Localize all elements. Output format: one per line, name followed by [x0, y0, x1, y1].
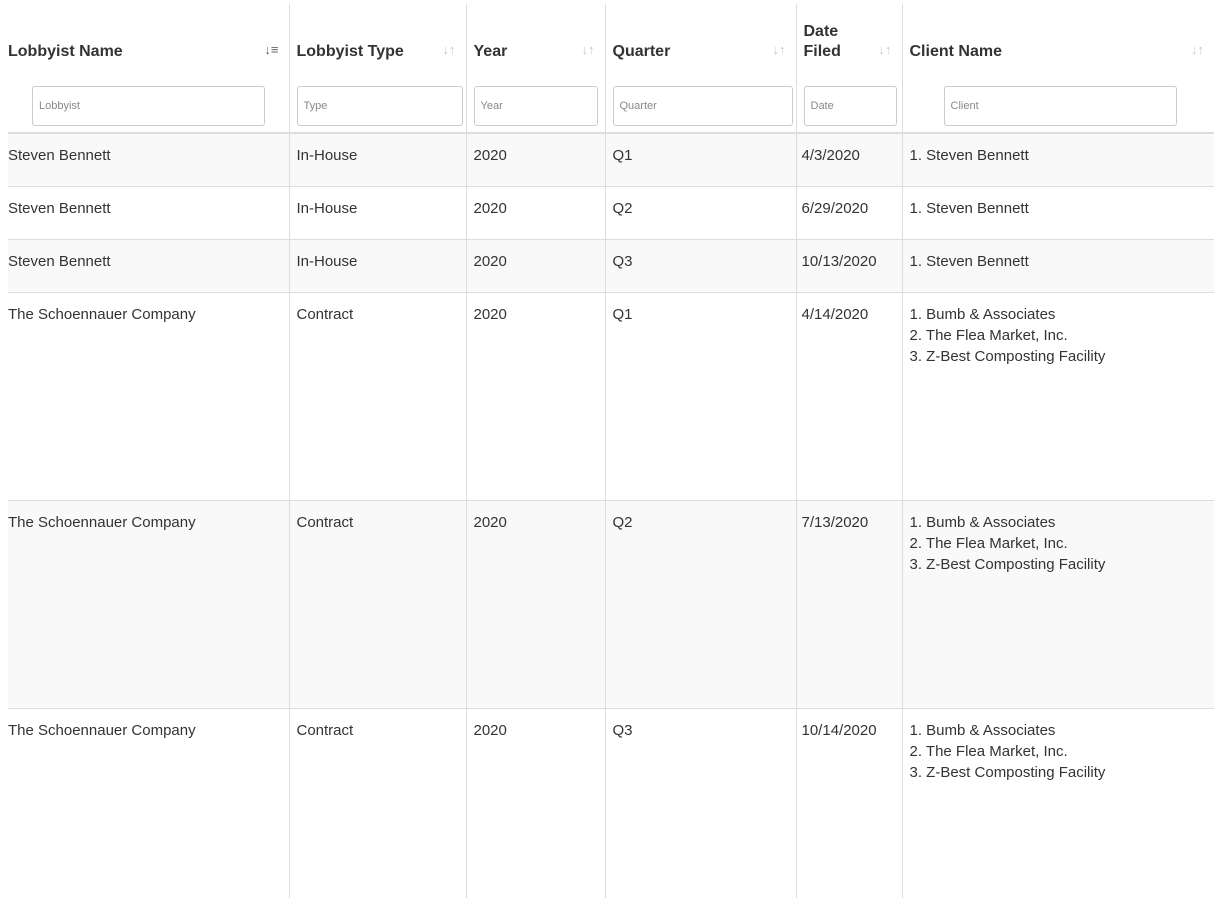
lobbyist-name-cell: The Schoennauer Company — [8, 721, 196, 739]
date-filed-cell: 4/14/2020 — [795, 292, 902, 501]
table-row[interactable]: The Schoennauer Company Contract 2020 Q2… — [8, 500, 1214, 709]
client-item: 1. Steven Bennett — [909, 199, 1029, 217]
column-label: Quarter — [612, 43, 671, 60]
table-row[interactable]: Steven Bennett In-House 2020 Q3 10/13/20… — [8, 239, 1214, 293]
date-filed-cell: 6/29/2020 — [795, 186, 902, 240]
year-cell: 2020 — [465, 500, 605, 709]
year-cell: 2020 — [465, 708, 605, 898]
column-label: Lobbyist Name — [8, 43, 123, 60]
column-header-lobbyist-type[interactable]: Lobbyist Type ↓↑ — [288, 4, 466, 80]
date-filter-input[interactable]: Date — [803, 86, 897, 126]
header-row: Lobbyist Name ↓≡ Lobbyist Type ↓↑ Year ↓… — [8, 4, 1214, 80]
lobbyist-name-cell: The Schoennauer Company — [8, 292, 289, 501]
client-name-cell: 1. Steven Bennett — [901, 186, 1214, 240]
client-item: 1. Bumb & Associates — [909, 513, 1056, 531]
lobbyist-name-cell: The Schoennauer Company — [8, 500, 289, 709]
year-cell: 2020 — [465, 239, 605, 293]
lobbyist-type-cell: Contract — [288, 292, 466, 501]
client-name-cell: 1. Bumb & Associates 2. The Flea Market,… — [901, 708, 1214, 898]
client-item: 2. The Flea Market, Inc. — [909, 742, 1068, 760]
client-name-cell: 1. Bumb & Associates 2. The Flea Market,… — [901, 292, 1214, 501]
sort-icon[interactable]: ↓↑ — [582, 40, 595, 60]
table-row[interactable]: The Schoennauer Company Contract 2020 Q3… — [8, 708, 1214, 898]
date-filed-cell: 7/13/2020 — [795, 500, 902, 709]
date-filed-cell: 10/14/2020 — [795, 708, 902, 898]
client-item: 1. Bumb & Associates — [909, 721, 1056, 739]
column-header-quarter[interactable]: Quarter ↓↑ — [604, 4, 796, 80]
column-label-line1: Date — [803, 23, 839, 40]
client-item: 2. The Flea Market, Inc. — [909, 326, 1068, 344]
lobbyist-name-cell: Steven Bennett — [8, 239, 289, 293]
lobbyist-name-cell: Steven Bennett — [8, 186, 289, 240]
column-header-date-filed[interactable]: Date Filed ↓↑ — [795, 4, 902, 80]
lobbyist-type-cell: Contract — [288, 500, 466, 709]
date-filed-cell: 4/3/2020 — [795, 133, 902, 187]
sort-icon[interactable]: ↓↑ — [1191, 40, 1204, 60]
sort-ascending-icon[interactable]: ↓≡ — [264, 40, 278, 60]
column-header-year[interactable]: Year ↓↑ — [465, 4, 605, 80]
column-label: Lobbyist Type — [296, 43, 404, 60]
year-cell: 2020 — [465, 292, 605, 501]
quarter-cell: Q1 — [604, 292, 796, 501]
quarter-filter-input[interactable]: Quarter — [612, 86, 793, 126]
sort-icon[interactable]: ↓↑ — [773, 40, 786, 60]
column-label: Client Name — [909, 43, 1002, 60]
client-item: 1. Bumb & Associates — [909, 305, 1056, 323]
quarter-cell: Q1 — [604, 133, 796, 187]
filter-row: Lobbyist Type Year Quarter Date Client — [8, 80, 1214, 134]
client-item: 2. The Flea Market, Inc. — [909, 534, 1068, 552]
date-filed-cell: 10/13/2020 — [795, 239, 902, 293]
lobbyist-type-cell: In-House — [288, 239, 466, 293]
column-label: Year — [473, 43, 508, 60]
lobbyist-filter-input[interactable]: Lobbyist — [32, 86, 265, 126]
sort-icon[interactable]: ↓↑ — [879, 40, 892, 60]
year-filter-input[interactable]: Year — [473, 86, 598, 126]
client-name-cell: 1. Bumb & Associates 2. The Flea Market,… — [901, 500, 1214, 709]
year-cell: 2020 — [465, 133, 605, 187]
client-item: 3. Z-Best Composting Facility — [909, 347, 1106, 365]
column-header-client-name[interactable]: Client Name ↓↑ — [901, 4, 1214, 80]
client-item: 1. Steven Bennett — [909, 147, 1029, 164]
client-item: 3. Z-Best Composting Facility — [909, 763, 1106, 781]
table-row[interactable]: Steven Bennett In-House 2020 Q2 6/29/202… — [8, 186, 1214, 240]
lobbyist-type-cell: Contract — [288, 708, 466, 898]
client-name-cell: 1. Steven Bennett — [901, 133, 1214, 187]
lobbyist-type-cell: In-House — [288, 133, 466, 187]
table-row[interactable]: Steven Bennett In-House 2020 Q1 4/3/2020… — [8, 133, 1214, 187]
quarter-cell: Q3 — [604, 239, 796, 293]
quarter-cell: Q2 — [604, 186, 796, 240]
lobbyist-table: Lobbyist Name ↓≡ Lobbyist Type ↓↑ Year ↓… — [8, 4, 1214, 898]
quarter-cell: Q2 — [604, 500, 796, 709]
year-cell: 2020 — [465, 186, 605, 240]
client-item: 3. Z-Best Composting Facility — [909, 555, 1106, 573]
client-filter-input[interactable]: Client — [943, 86, 1177, 126]
lobbyist-name-cell: Steven Bennett — [8, 133, 289, 187]
lobbyist-type-cell: In-House — [288, 186, 466, 240]
client-item: 1. Steven Bennett — [909, 252, 1029, 270]
column-label-line2: Filed — [803, 43, 841, 60]
table-row[interactable]: The Schoennauer Company Contract 2020 Q1… — [8, 292, 1214, 501]
type-filter-input[interactable]: Type — [296, 86, 463, 126]
column-header-lobbyist-name[interactable]: Lobbyist Name ↓≡ — [8, 4, 289, 80]
sort-icon[interactable]: ↓↑ — [443, 40, 456, 60]
quarter-cell: Q3 — [604, 708, 796, 898]
client-name-cell: 1. Steven Bennett — [901, 239, 1214, 293]
